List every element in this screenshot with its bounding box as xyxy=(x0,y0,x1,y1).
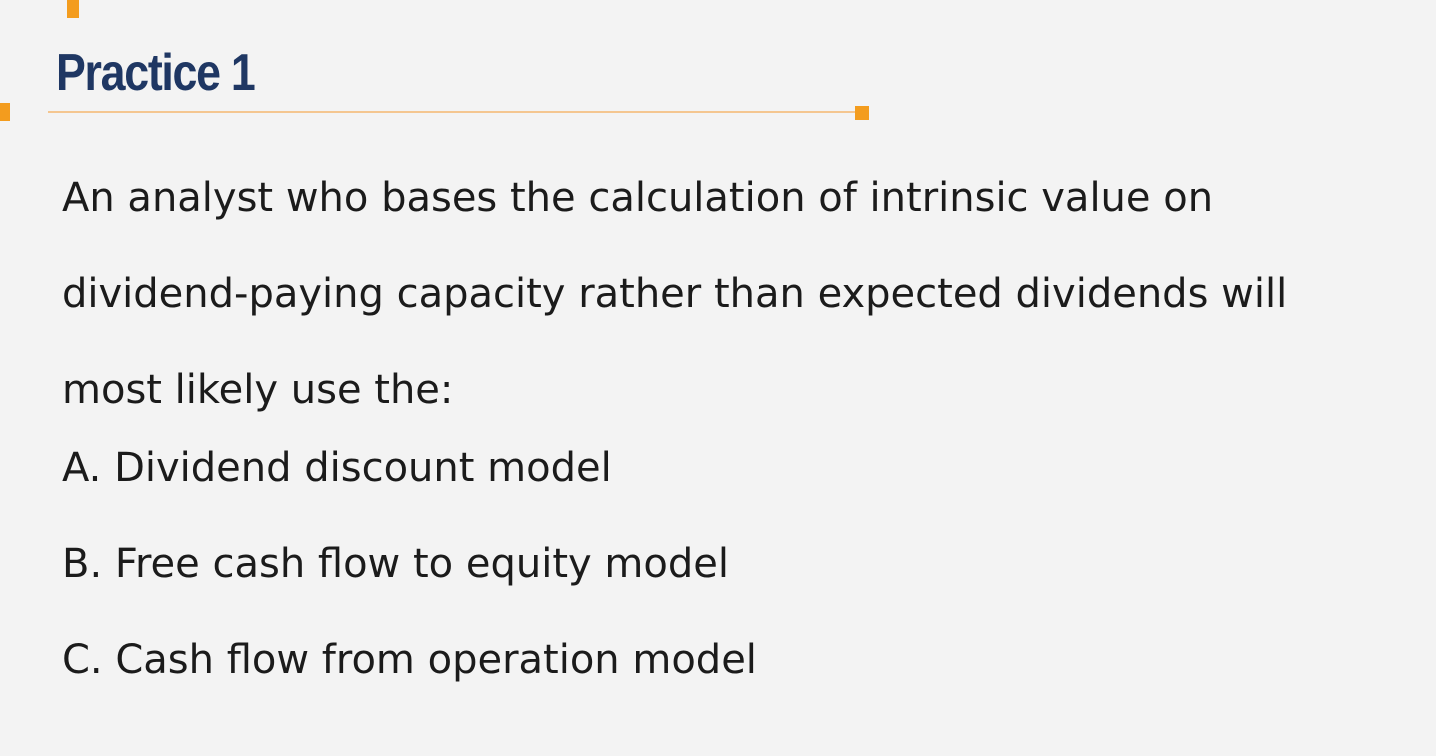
title-divider xyxy=(48,111,856,113)
answer-options: A. Dividend discount model B. Free cash … xyxy=(62,420,757,708)
question-line: An analyst who bases the calculation of … xyxy=(62,175,1214,221)
answer-option-a: A. Dividend discount model xyxy=(62,445,612,491)
decorative-accent-square xyxy=(67,0,79,18)
answer-option-b: B. Free cash flow to equity model xyxy=(62,541,729,587)
divider-end-square xyxy=(855,106,869,120)
question-line: most likely use the: xyxy=(62,367,454,413)
answer-option-c: C. Cash flow from operation model xyxy=(62,637,757,683)
question-line: dividend-paying capacity rather than exp… xyxy=(62,271,1288,317)
slide-title: Practice 1 xyxy=(56,44,256,102)
decorative-accent-square xyxy=(0,103,10,121)
question-text: An analyst who bases the calculation of … xyxy=(62,150,1422,438)
